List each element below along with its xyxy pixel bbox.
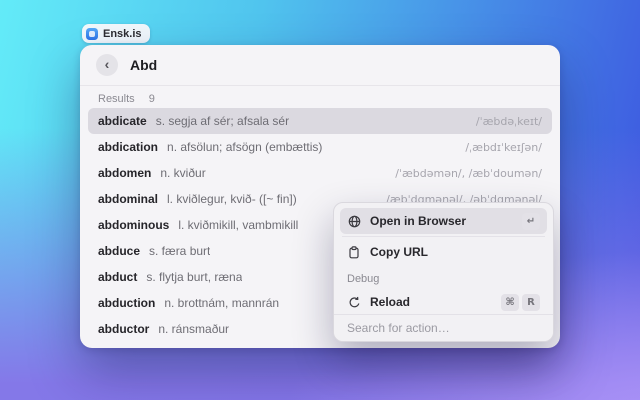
- back-button[interactable]: ‹: [96, 54, 118, 76]
- action-search-input[interactable]: Search for action…: [334, 314, 553, 341]
- menu-section-debug: Debug: [347, 273, 380, 285]
- action-search-placeholder: Search for action…: [347, 321, 450, 335]
- window-header: ‹ Abd: [80, 45, 560, 85]
- return-keycap: ↵: [522, 212, 540, 230]
- globe-icon: [347, 214, 361, 228]
- cmd-keycap: ⌘: [501, 293, 519, 311]
- shortcut-keys: ↵: [522, 212, 540, 230]
- entry-word: abdomen: [98, 166, 152, 180]
- chevron-left-icon: ‹: [104, 56, 110, 72]
- menu-item-label: Copy URL: [370, 245, 428, 259]
- clipboard-icon: [347, 245, 361, 259]
- entry-phonetic: /ˈæbdəˌkeɪt/: [475, 114, 542, 128]
- entry-phonetic: /ˌæbdɪˈkeɪʃən/: [465, 140, 542, 154]
- results-label: Results: [98, 93, 135, 105]
- menu-item-open-in-browser[interactable]: Open in Browser ↵: [340, 208, 547, 234]
- entry-definition: n. afsölun; afsögn (embættis): [167, 140, 323, 154]
- list-item[interactable]: abdomen n. kviður /ˈæbdəmən/, /æbˈdoumən…: [88, 160, 552, 186]
- entry-word: abdicate: [98, 114, 147, 128]
- app-tab-ensk[interactable]: Ensk.is: [82, 24, 150, 43]
- app-tab-label: Ensk.is: [103, 27, 142, 40]
- entry-definition: l. kviðlegur, kvið- ([~ fin]): [167, 192, 297, 206]
- menu-item-reload[interactable]: Reload ⌘ R: [340, 289, 547, 314]
- entry-word: abduction: [98, 296, 156, 310]
- entry-definition: n. kviður: [160, 166, 206, 180]
- menu-divider: [342, 236, 545, 237]
- entry-word: abdication: [98, 140, 159, 154]
- menu-item-copy-url[interactable]: Copy URL: [340, 239, 547, 265]
- ensk-app-icon: [86, 27, 98, 40]
- entry-definition: s. flytja burt, ræna: [146, 270, 243, 284]
- entry-definition: l. kviðmikill, vambmikill: [178, 218, 299, 232]
- shortcut-keys: ⌘ R: [501, 293, 540, 311]
- list-item[interactable]: abdicate s. segja af sér; afsala sér /ˈæ…: [88, 108, 552, 134]
- entry-word: abduct: [98, 270, 138, 284]
- entry-phonetic: /ˈæbdəmən/, /æbˈdoumən/: [395, 166, 542, 180]
- entry-definition: s. segja af sér; afsala sér: [155, 114, 290, 128]
- results-bar: Results 9: [80, 86, 560, 108]
- search-query[interactable]: Abd: [130, 57, 157, 73]
- reload-icon: [347, 295, 361, 309]
- r-keycap: R: [522, 293, 540, 311]
- entry-word: abductor: [98, 322, 150, 336]
- entry-definition: n. ránsmaður: [158, 322, 230, 336]
- entry-word: abdominal: [98, 192, 159, 206]
- menu-item-label: Reload: [370, 295, 411, 309]
- list-item[interactable]: abdication n. afsölun; afsögn (embættis)…: [88, 134, 552, 160]
- entry-definition: n. brottnám, mannrán: [164, 296, 280, 310]
- entry-word: abduce: [98, 244, 141, 258]
- entry-word: abdominous: [98, 218, 170, 232]
- menu-item-label: Open in Browser: [370, 214, 467, 228]
- action-menu-list: Open in Browser ↵ Copy URL Debug Reload …: [334, 203, 553, 314]
- entry-definition: s. færa burt: [149, 244, 211, 258]
- action-menu: Open in Browser ↵ Copy URL Debug Reload …: [333, 202, 554, 342]
- results-count: 9: [148, 93, 155, 105]
